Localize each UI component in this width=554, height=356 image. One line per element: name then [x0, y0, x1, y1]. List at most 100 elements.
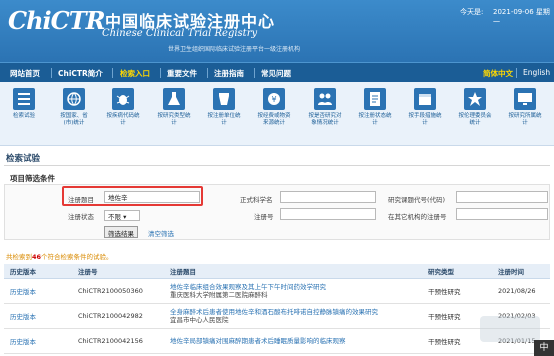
- secondary-id-label: 研究课题代号(代码): [388, 196, 446, 204]
- people-icon: [314, 88, 336, 110]
- iconbar-item-subjects[interactable]: 按是否研究对象情况统计: [307, 88, 343, 127]
- iconbar-label: 按国家、省(市)统计: [60, 113, 88, 126]
- iconbar-label: 按是否研究对象情况统计: [308, 113, 342, 126]
- coin-icon: ¥: [263, 88, 285, 110]
- iconbar-item-measure[interactable]: 按手段措施统计: [407, 88, 443, 127]
- lang-cn-link[interactable]: 简体中文: [483, 68, 513, 79]
- nav-item-home[interactable]: 网站首页: [10, 68, 40, 79]
- col-header-history: 历史版本: [4, 264, 72, 279]
- type-cell: 干预性研究: [422, 278, 492, 304]
- history-link[interactable]: 历史版本: [10, 313, 36, 321]
- lang-en-link[interactable]: English: [523, 68, 550, 77]
- table-row: 历史版本 ChiCTR2100042982 全身麻醉术后患者使用地佐辛和酒石酸布…: [4, 303, 550, 329]
- reg-no-cell: ChiCTR2100042156: [72, 328, 164, 354]
- iconbar-item-institute[interactable]: 按研究所属统计: [507, 88, 543, 127]
- iconbar-item-unit[interactable]: 按注册单位统计: [206, 88, 242, 127]
- nav-item-about[interactable]: ChiCTR简介: [58, 68, 103, 79]
- table-row: 历史版本 ChiCTR2100050360 地佐辛临床组合效果观察及其上午下午时…: [4, 278, 550, 304]
- col-header-date: 注册时间: [492, 264, 550, 279]
- nav-divider: [207, 68, 208, 78]
- trial-title-link[interactable]: 地佐辛局部镇痛对围麻醉期患者术后睡眠质量影响的临床观察: [170, 337, 346, 345]
- col-header-title: 注册题目: [164, 264, 422, 279]
- results-table: 历史版本 注册号 注册题目 研究类型 注册时间 历史版本 ChiCTR21000…: [4, 264, 550, 354]
- history-link[interactable]: 历史版本: [10, 338, 36, 346]
- section-title: 检索试验: [6, 154, 41, 164]
- iconbar-label: 按注册单位统计: [207, 113, 241, 126]
- results-count: 46: [32, 253, 42, 261]
- results-count-note: 共检索到46个符合检索条件的试验。: [6, 251, 113, 261]
- reg-status-value: 不限: [108, 213, 121, 221]
- monitor-icon: [514, 88, 536, 110]
- iconbar-item-ethics[interactable]: 按伦理委员会统计: [457, 88, 493, 127]
- sponsor-input[interactable]: [280, 191, 376, 203]
- date-label: 今天是:: [460, 8, 484, 16]
- results-note-prefix: 共检索到: [6, 253, 32, 261]
- date-value: 2021-09-06 星期一: [493, 8, 550, 26]
- iconbar-label: 按研究所属统计: [508, 113, 542, 126]
- logo-text: ChiCTR: [8, 6, 106, 35]
- page: ChiCTR 中国临床试验注册中心 Chinese Clinical Trial…: [0, 0, 554, 356]
- nav-divider: [160, 68, 161, 78]
- results-note-suffix: 个符合检索条件的试验。: [41, 253, 113, 261]
- globe-icon: [63, 88, 85, 110]
- history-cell: 历史版本: [4, 303, 72, 329]
- history-cell: 历史版本: [4, 278, 72, 304]
- trial-org: 重庆医科大学附属第二医院麻醉科: [170, 290, 268, 299]
- reg-no-cell: ChiCTR2100050360: [72, 278, 164, 304]
- filter-submit-button[interactable]: 筛选结果: [104, 226, 138, 238]
- other-org-input[interactable]: [456, 208, 548, 220]
- nav-divider: [112, 68, 113, 78]
- iconbar-label: 按经费或物资来源统计: [257, 113, 291, 126]
- table-header-row: 历史版本 注册号 注册题目 研究类型 注册时间: [4, 264, 550, 279]
- filter-title: 项目筛选条件: [10, 174, 55, 183]
- iconbar-item-search[interactable]: 检索试验: [6, 88, 42, 120]
- history-cell: 历史版本: [4, 328, 72, 354]
- watermark: [480, 316, 540, 342]
- nav-item-documents[interactable]: 重要文件: [167, 68, 197, 79]
- site-subtitle: 世界卫生组织国际临床试验注册平台一级注册机构: [168, 46, 301, 53]
- nav-item-faq[interactable]: 常见问题: [261, 68, 291, 79]
- reg-no-cell: ChiCTR2100042982: [72, 303, 164, 329]
- highlight-box: [62, 186, 203, 206]
- svg-text:¥: ¥: [271, 95, 276, 104]
- trial-title-link[interactable]: 地佐辛临床组合效果观察及其上午下午时间药效学研究: [170, 283, 326, 291]
- star-icon: [464, 88, 486, 110]
- iconbar-label: 按研究类型统计: [157, 113, 191, 126]
- reg-number-input[interactable]: [280, 208, 376, 220]
- reg-number-label: 注册号: [254, 213, 274, 221]
- main-nav: 网站首页 ChiCTR简介 检索入口 重要文件 注册指南 常见问题 简体中文 E…: [0, 62, 554, 82]
- trial-org: 宜昌市中心人民医院: [170, 315, 229, 324]
- iconbar-item-type[interactable]: 按研究类型统计: [156, 88, 192, 127]
- nav-item-guide[interactable]: 注册指南: [214, 68, 244, 79]
- filter-clear-link[interactable]: 清空筛选: [148, 228, 174, 238]
- trial-title-link[interactable]: 全身麻醉术后患者使用地佐辛和酒石酸布托啡诺自控静脉镇痛的效果研究: [170, 308, 378, 316]
- iconbar-label: 按注册状态统计: [358, 113, 392, 126]
- site-logo[interactable]: ChiCTR: [8, 6, 108, 40]
- reg-status-select[interactable]: 不限 ▾: [104, 210, 140, 221]
- document-icon: [364, 88, 386, 110]
- calendar-icon: [414, 88, 436, 110]
- nav-divider: [516, 68, 517, 78]
- col-header-type: 研究类型: [422, 264, 492, 279]
- ime-indicator[interactable]: 中: [534, 340, 554, 356]
- iconbar-item-status[interactable]: 按注册状态统计: [357, 88, 393, 127]
- iconbar-item-disease[interactable]: 按疾病代码统计: [105, 88, 141, 127]
- history-link[interactable]: 历史版本: [10, 288, 36, 296]
- iconbar-label: 按手段措施统计: [408, 113, 442, 126]
- nav-item-search[interactable]: 检索入口: [120, 68, 150, 79]
- nav-divider: [254, 68, 255, 78]
- reg-status-label: 注册状态: [68, 213, 94, 221]
- stats-icon-bar: 检索试验 按国家、省(市)统计 按疾病代码统计 按研究类型统计 按注册单位统计 …: [0, 82, 554, 146]
- table-row: 历史版本 ChiCTR2100042156 地佐辛局部镇痛对围麻醉期患者术后睡眠…: [4, 328, 550, 354]
- col-header-reg-no: 注册号: [72, 264, 164, 279]
- secondary-id-input[interactable]: [456, 191, 548, 203]
- search-list-icon: [13, 88, 35, 110]
- other-org-label: 在其它机构的注册号: [388, 213, 447, 221]
- iconbar-label: 检索试验: [12, 113, 35, 119]
- sponsor-label: 正式科学名: [240, 196, 273, 204]
- title-cell: 全身麻醉术后患者使用地佐辛和酒石酸布托啡诺自控静脉镇痛的效果研究 宜昌市中心人民医…: [164, 303, 422, 329]
- iconbar-item-funding[interactable]: ¥ 按经费或物资来源统计: [256, 88, 292, 127]
- nav-divider: [51, 68, 52, 78]
- iconbar-label: 按疾病代码统计: [106, 113, 140, 126]
- iconbar-item-country[interactable]: 按国家、省(市)统计: [56, 88, 92, 127]
